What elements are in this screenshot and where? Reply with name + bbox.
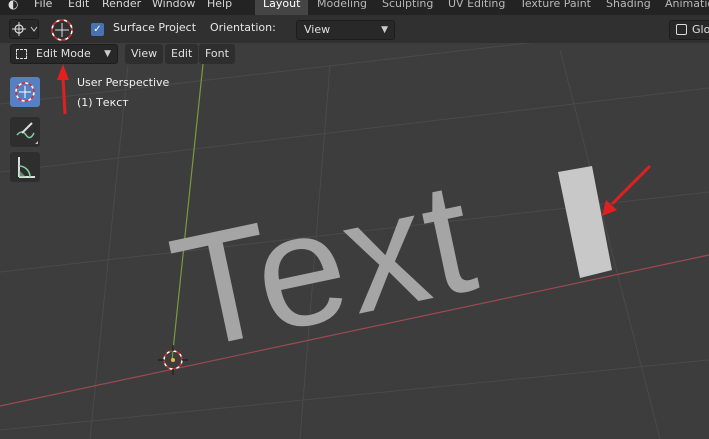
measure-icon: [18, 157, 35, 178]
tab-shading[interactable]: Shading: [606, 0, 651, 10]
tab-layout[interactable]: Layout: [255, 0, 309, 15]
tab-sculpting[interactable]: Sculpting: [382, 0, 433, 10]
tab-uv-editing[interactable]: UV Editing: [448, 0, 505, 10]
perspective-label: User Perspective: [77, 76, 170, 89]
pivot-icon: [12, 22, 38, 36]
cursor-tool-icon[interactable]: [49, 17, 75, 43]
cursor-tool-icon: [15, 82, 35, 102]
transform-pivot-button[interactable]: [9, 19, 39, 39]
edit-mode-icon: [16, 49, 27, 59]
surface-project-checkbox[interactable]: ✓: [91, 23, 104, 36]
mode-value: Edit Mode: [36, 47, 91, 60]
tool-header: ✓ Surface Project Orientation: View ▼ Gl…: [0, 15, 709, 43]
mode-header: Edit Mode ▼ View Edit Font: [0, 43, 709, 65]
menu-render[interactable]: Render: [102, 0, 141, 10]
tab-modeling[interactable]: Modeling: [317, 0, 367, 10]
menu-file[interactable]: File: [34, 0, 52, 10]
mode-dropdown[interactable]: Edit Mode ▼: [10, 44, 118, 64]
object-name-label: (1) Текст: [77, 96, 129, 109]
transform-orientation-global[interactable]: Glo: [669, 20, 709, 40]
3d-viewport[interactable]: Text: [0, 0, 709, 439]
tab-animation[interactable]: Animatio: [665, 0, 709, 10]
toolbar-measure-button[interactable]: [10, 152, 40, 182]
menu-font[interactable]: Font: [199, 44, 235, 64]
menu-edit-mode[interactable]: Edit: [165, 44, 199, 64]
tab-texture-paint[interactable]: Texture Paint: [520, 0, 591, 10]
toolbar-annotate-button[interactable]: [10, 117, 40, 147]
toolbar-cursor-button[interactable]: [10, 77, 40, 107]
menu-view[interactable]: View: [125, 44, 164, 64]
blender-logo-icon[interactable]: ◐: [8, 0, 18, 11]
top-menubar: ◐ File Edit Render Window Help Layout Mo…: [0, 0, 709, 15]
global-label: Glo: [692, 23, 709, 36]
chevron-down-icon: ▼: [104, 49, 111, 59]
surface-project-label: Surface Project: [113, 21, 197, 34]
menu-help[interactable]: Help: [207, 0, 232, 10]
annotate-icon: [16, 122, 38, 144]
menu-window[interactable]: Window: [152, 0, 195, 10]
orientation-label: Orientation:: [210, 21, 276, 34]
chevron-down-icon: ▼: [381, 25, 388, 35]
orientation-value: View: [304, 23, 331, 36]
global-orientation-icon: [676, 24, 687, 35]
orientation-dropdown[interactable]: View ▼: [296, 20, 395, 40]
menu-edit[interactable]: Edit: [68, 0, 89, 10]
